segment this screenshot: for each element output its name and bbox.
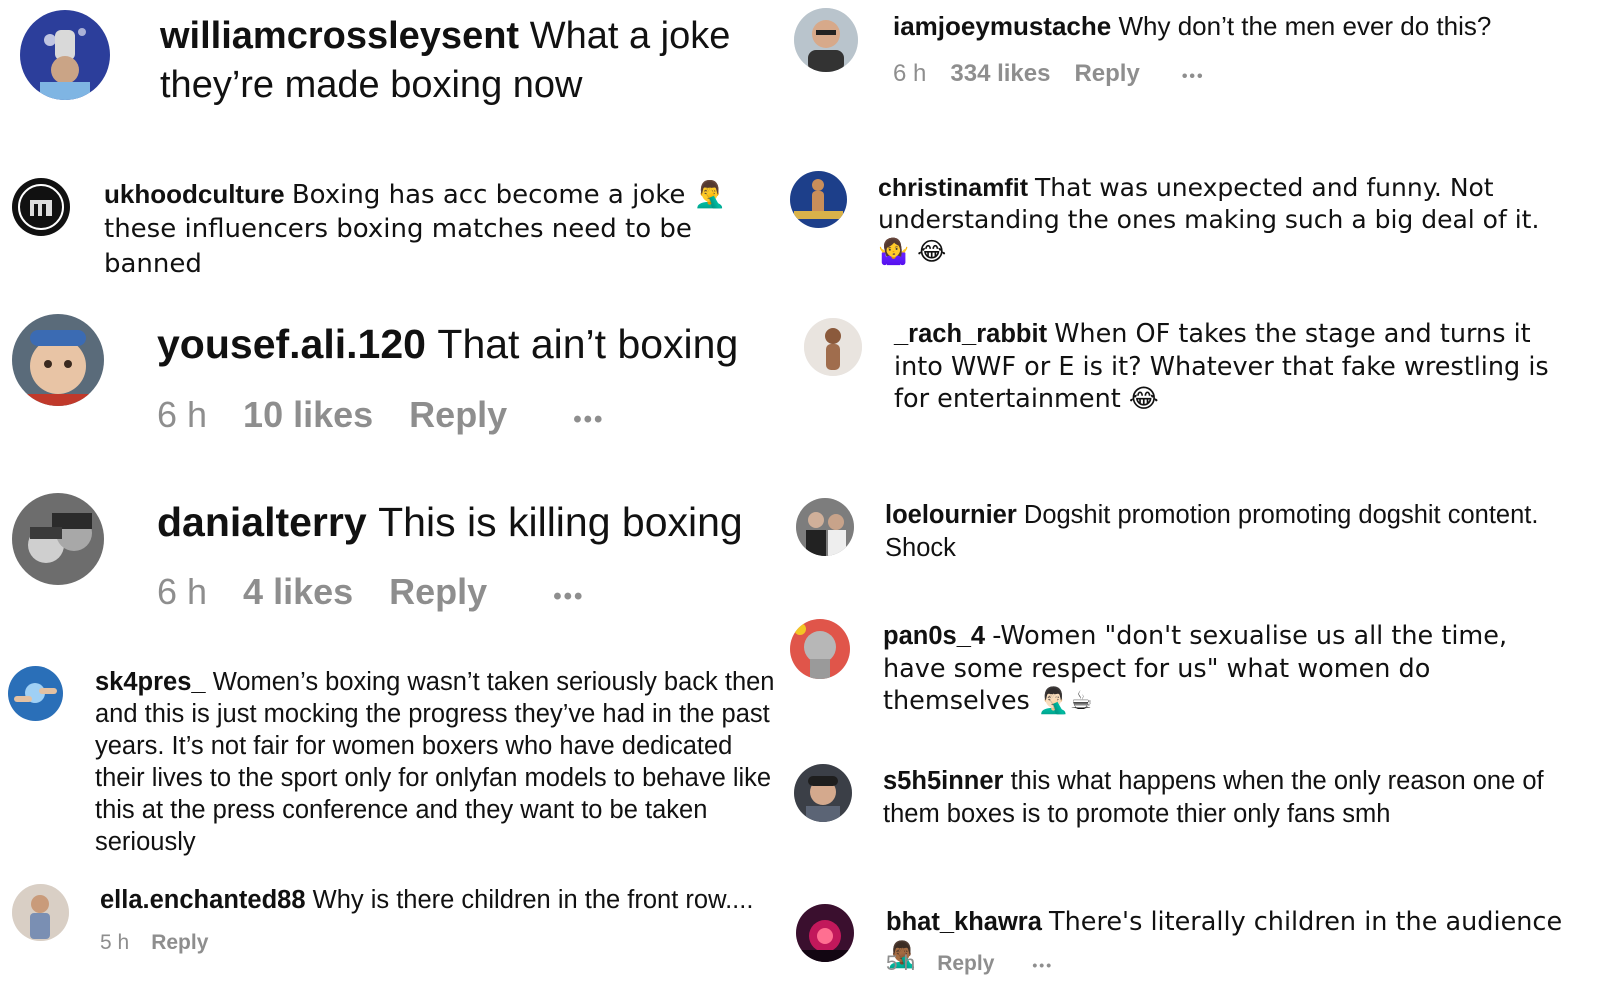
username[interactable]: pan0s_4 xyxy=(883,622,985,650)
avatar[interactable] xyxy=(794,764,852,822)
comment-text: That ain’t boxing xyxy=(437,321,739,367)
comment-text: Why is there children in the front row..… xyxy=(312,886,754,914)
reply-button[interactable]: Reply xyxy=(151,931,208,955)
likes-count[interactable]: 334 likes xyxy=(950,60,1050,88)
username[interactable]: ukhoodculture xyxy=(104,179,285,209)
more-options-icon[interactable]: ••• xyxy=(553,583,584,611)
comment-text: This is killing boxing xyxy=(378,499,743,545)
reply-button[interactable]: Reply xyxy=(1074,60,1139,88)
likes-count[interactable]: 10 likes xyxy=(243,394,373,436)
avatar[interactable] xyxy=(804,318,862,376)
more-options-icon[interactable]: ••• xyxy=(1032,957,1053,973)
comment-text: Why don’t the men ever do this? xyxy=(1118,11,1492,41)
username[interactable]: _rach_rabbit xyxy=(894,320,1047,348)
reply-button[interactable]: Reply xyxy=(389,571,487,613)
avatar[interactable] xyxy=(796,498,854,556)
avatar[interactable] xyxy=(12,884,69,941)
reply-button[interactable]: Reply xyxy=(409,394,507,436)
avatar[interactable] xyxy=(12,314,104,406)
username[interactable]: bhat_khawra xyxy=(886,908,1042,936)
username[interactable]: s5h5inner xyxy=(883,767,1003,795)
more-options-icon[interactable]: ••• xyxy=(1182,68,1205,86)
avatar[interactable] xyxy=(790,171,847,228)
username[interactable]: danialterry xyxy=(157,499,367,545)
avatar[interactable] xyxy=(796,904,854,962)
username[interactable]: sk4pres_ xyxy=(95,668,206,696)
username[interactable]: christinamfit xyxy=(878,174,1028,202)
avatar[interactable] xyxy=(12,178,70,236)
timestamp: 5 h xyxy=(100,931,130,954)
username[interactable]: williamcrossleysent xyxy=(160,15,519,57)
likes-count[interactable]: 4 likes xyxy=(243,571,353,613)
avatar[interactable] xyxy=(12,493,104,585)
avatar[interactable] xyxy=(794,8,858,72)
avatar[interactable] xyxy=(8,666,63,721)
comment-text: Women’s boxing wasn’t taken seriously ba… xyxy=(95,668,775,856)
timestamp: 5 h xyxy=(886,952,916,975)
username[interactable]: yousef.ali.120 xyxy=(157,321,426,367)
avatar[interactable] xyxy=(790,619,850,679)
timestamp: 6 h xyxy=(157,394,208,435)
username[interactable]: iamjoeymustache xyxy=(893,11,1111,41)
timestamp: 6 h xyxy=(893,60,927,87)
timestamp: 6 h xyxy=(157,571,208,612)
username[interactable]: ella.enchanted88 xyxy=(100,886,306,914)
more-options-icon[interactable]: ••• xyxy=(573,406,604,434)
reply-button[interactable]: Reply xyxy=(937,952,994,976)
avatar[interactable] xyxy=(20,10,110,100)
username[interactable]: loelournier xyxy=(885,501,1017,529)
